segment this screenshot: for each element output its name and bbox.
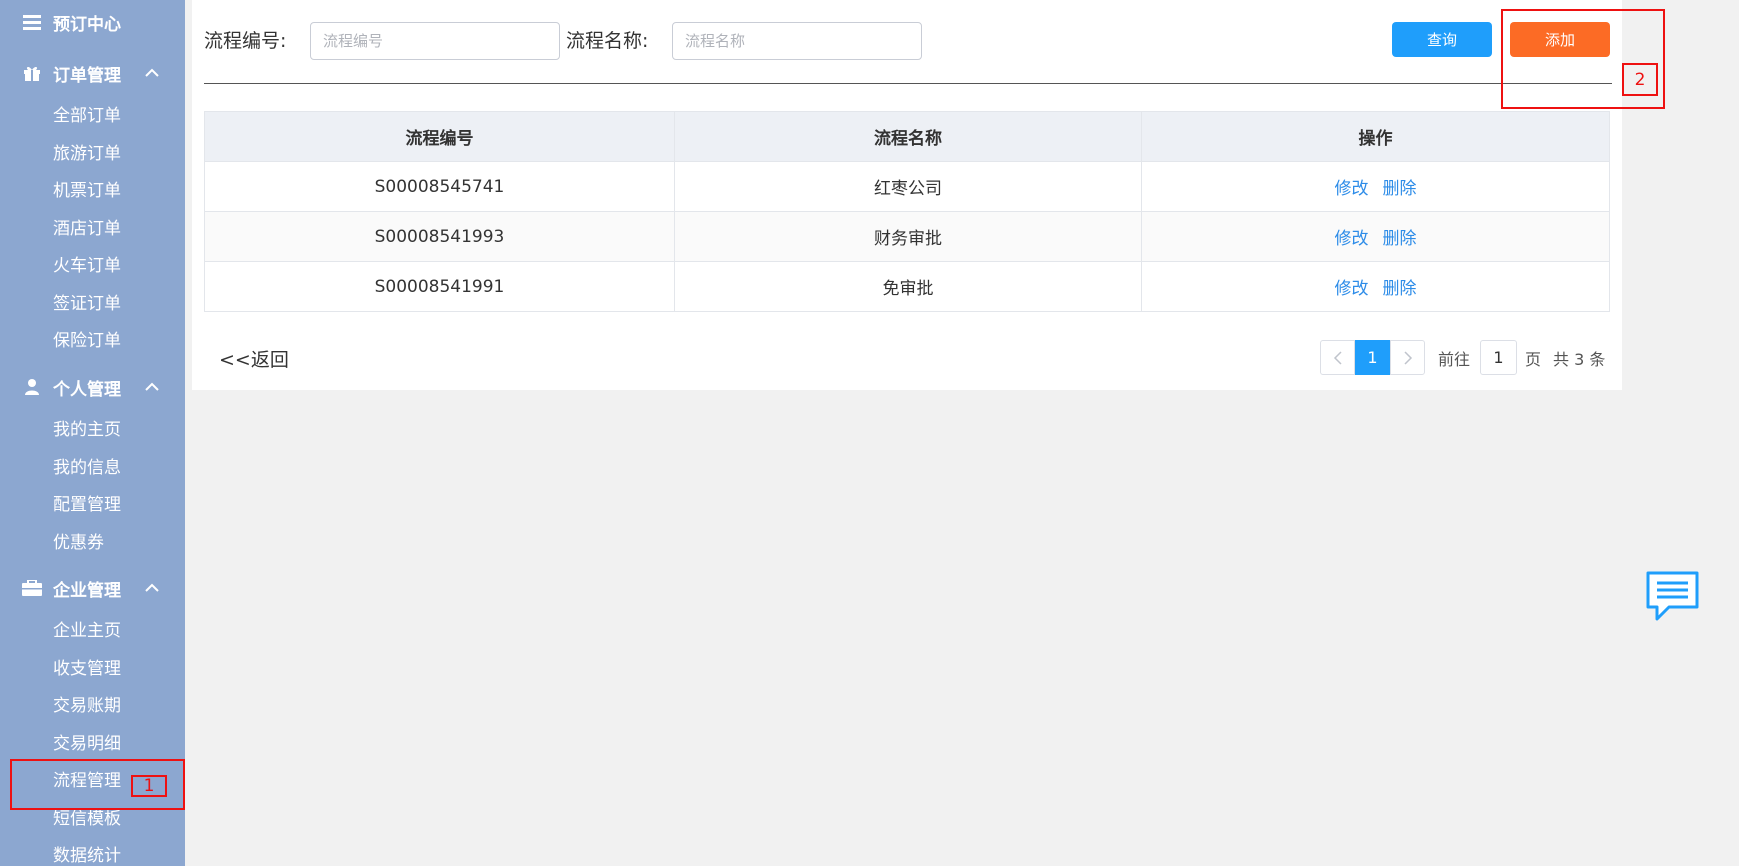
delete-link[interactable]: 删除	[1383, 179, 1417, 199]
goto-page-input[interactable]	[1480, 340, 1518, 375]
sidebar: 预订中心 订单管理 全部订单 旅游订单 机票订单 酒店订单 火车订单 签证订单 …	[0, 0, 185, 866]
sidebar-item-billing-period[interactable]: 交易账期	[53, 691, 121, 721]
cell-code: S00008545741	[204, 161, 675, 212]
divider	[204, 83, 1612, 84]
sidebar-item-my-info[interactable]: 我的信息	[53, 453, 121, 483]
cell-name: 免审批	[674, 261, 1142, 312]
page-number-current[interactable]: 1	[1355, 340, 1390, 375]
sidebar-item-my-home[interactable]: 我的主页	[53, 415, 121, 445]
sidebar-title[interactable]: 预订中心	[0, 2, 185, 42]
table-row: S00008541991 免审批 修改 删除	[204, 261, 1610, 312]
column-header-code: 流程编号	[204, 111, 675, 162]
cell-code: S00008541993	[204, 211, 675, 262]
edit-link[interactable]: 修改	[1335, 279, 1369, 299]
sidebar-item-enterprise-home[interactable]: 企业主页	[53, 616, 121, 646]
sidebar-item-hotel-orders[interactable]: 酒店订单	[53, 214, 121, 244]
column-header-actions: 操作	[1141, 111, 1610, 162]
chevron-up-icon	[145, 583, 159, 592]
sidebar-group-enterprise[interactable]: 企业管理	[0, 568, 185, 608]
sidebar-item-train-orders[interactable]: 火车订单	[53, 251, 121, 281]
chevron-right-icon	[1403, 350, 1412, 365]
sidebar-item-visa-orders[interactable]: 签证订单	[53, 289, 121, 319]
sidebar-group-label: 个人管理	[53, 379, 121, 400]
delete-link[interactable]: 删除	[1383, 279, 1417, 299]
sidebar-group-personal[interactable]: 个人管理	[0, 367, 185, 407]
annotation-label-1: 1	[131, 775, 167, 797]
code-filter-label: 流程编号:	[204, 30, 287, 52]
sidebar-item-income-expense[interactable]: 收支管理	[53, 654, 121, 684]
main-panel: 流程编号: 流程名称: 查询 添加 流程编号 流程名称 操作 S00008545…	[192, 0, 1622, 390]
cell-name: 红枣公司	[674, 161, 1142, 212]
cell-name: 财务审批	[674, 211, 1142, 262]
sidebar-item-all-orders[interactable]: 全部订单	[53, 101, 121, 131]
prev-page-button[interactable]	[1320, 340, 1355, 375]
sidebar-group-label: 订单管理	[53, 65, 121, 86]
next-page-button[interactable]	[1390, 340, 1425, 375]
sidebar-title-label: 预订中心	[53, 14, 121, 35]
cell-actions: 修改 删除	[1141, 261, 1610, 312]
chevron-up-icon	[145, 382, 159, 391]
page-unit-label: 页	[1525, 349, 1542, 369]
table-row: S00008545741 红枣公司 修改 删除	[204, 161, 1610, 212]
sidebar-item-flight-orders[interactable]: 机票订单	[53, 176, 121, 206]
back-link[interactable]: <<返回	[219, 345, 289, 372]
cell-actions: 修改 删除	[1141, 211, 1610, 262]
sidebar-item-travel-orders[interactable]: 旅游订单	[53, 139, 121, 169]
name-filter-label: 流程名称:	[566, 30, 649, 52]
name-filter-input[interactable]	[672, 22, 922, 60]
chat-icon[interactable]	[1645, 570, 1700, 622]
code-filter-input[interactable]	[310, 22, 560, 60]
goto-label: 前往	[1438, 349, 1471, 369]
gift-icon	[22, 63, 42, 83]
cell-actions: 修改 删除	[1141, 161, 1610, 212]
table-header-row: 流程编号 流程名称 操作	[204, 111, 1610, 162]
sidebar-item-statistics[interactable]: 数据统计	[53, 841, 121, 866]
user-icon	[22, 377, 42, 397]
sidebar-item-config[interactable]: 配置管理	[53, 490, 121, 520]
edit-link[interactable]: 修改	[1335, 179, 1369, 199]
sidebar-group-order[interactable]: 订单管理	[0, 53, 185, 93]
delete-link[interactable]: 删除	[1383, 229, 1417, 249]
sidebar-item-coupons[interactable]: 优惠券	[53, 528, 104, 558]
total-count: 共 3 条	[1553, 349, 1606, 369]
query-button[interactable]: 查询	[1392, 22, 1492, 57]
sidebar-group-label: 企业管理	[53, 580, 121, 601]
annotation-label-2: 2	[1622, 63, 1658, 96]
chevron-left-icon	[1333, 350, 1342, 365]
column-header-name: 流程名称	[674, 111, 1142, 162]
workflow-table: 流程编号 流程名称 操作 S00008545741 红枣公司 修改 删除 S000…	[204, 111, 1610, 312]
sidebar-item-insurance-orders[interactable]: 保险订单	[53, 326, 121, 356]
edit-link[interactable]: 修改	[1335, 229, 1369, 249]
table-row: S00008541993 财务审批 修改 删除	[204, 211, 1610, 262]
menu-icon	[22, 12, 42, 32]
briefcase-icon	[22, 578, 42, 598]
sidebar-item-transactions[interactable]: 交易明细	[53, 729, 121, 759]
chevron-up-icon	[145, 68, 159, 77]
cell-code: S00008541991	[204, 261, 675, 312]
pagination: 1 前往 页 共 3 条	[1320, 340, 1605, 375]
